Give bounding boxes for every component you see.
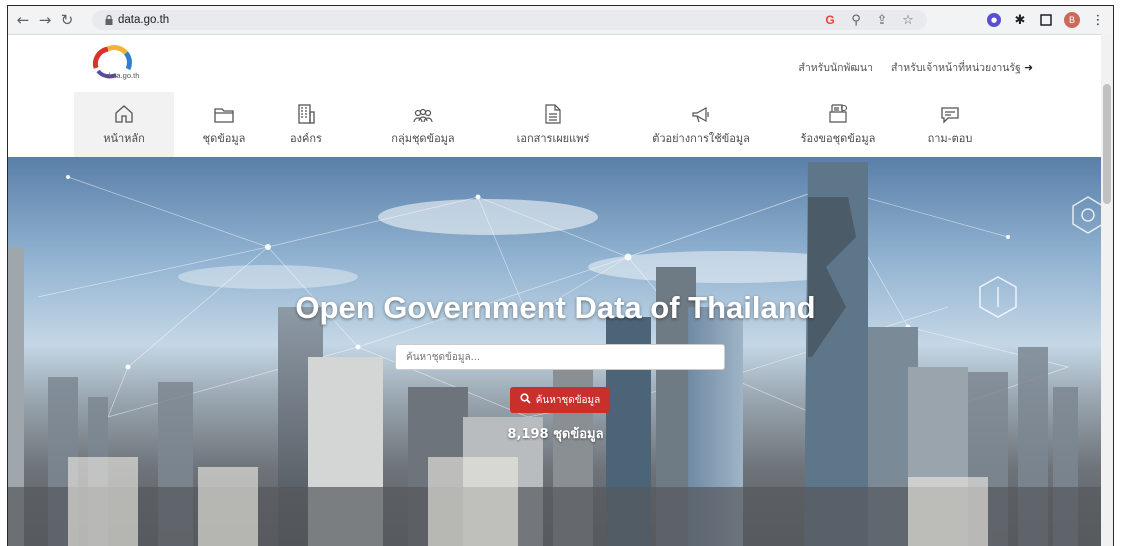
hero-title: Open Government Data of Thailand (295, 290, 816, 325)
logo-text: data.go.th (106, 71, 140, 80)
dataset-search-input[interactable] (395, 344, 725, 370)
extension-icon[interactable]: ● (985, 11, 1003, 29)
address-bar[interactable]: data.go.th (92, 10, 927, 30)
share-icon[interactable]: ⇪ (873, 11, 891, 29)
reload-icon[interactable]: ↻ (56, 9, 78, 31)
search-button-label: ค้นหาชุดข้อมูล (535, 394, 601, 406)
developer-link[interactable]: สำหรับนักพัฒนา (798, 59, 873, 76)
request-icon (828, 102, 848, 124)
chat-icon (940, 102, 960, 124)
puzzle-icon[interactable]: ✱ (1011, 11, 1029, 29)
zoom-icon[interactable]: ⚲ (847, 11, 865, 29)
nav-label: เอกสารเผยแพร่ (516, 132, 590, 145)
hero-banner: Open Government Data of Thailand ค้นหาชุ… (8, 157, 1103, 546)
folder-icon (214, 102, 234, 124)
nav-item-faq[interactable]: ถาม-ตอบ (900, 92, 1000, 157)
nav-label: ถาม-ตอบ (927, 132, 973, 145)
site-logo[interactable]: data.go.th (86, 41, 156, 85)
site-header: data.go.th สำหรับนักพัฒนา สำหรับเจ้าหน้า… (8, 35, 1113, 92)
main-nav: หน้าหลัก ชุดข้อมูล องค์กร กลุ่มชุดข้อมูล… (8, 92, 1113, 158)
forward-arrow-icon[interactable]: → (34, 9, 56, 31)
nav-label: กลุ่มชุดข้อมูล (391, 132, 455, 145)
lock-icon (100, 15, 118, 25)
search-button[interactable]: ค้นหาชุดข้อมูล (510, 387, 610, 413)
dataset-count: 8,198 ชุดข้อมูล (507, 427, 604, 442)
top-links: สำหรับนักพัฒนา สำหรับเจ้าหน้าที่หน่วยงาน… (798, 59, 1033, 76)
megaphone-icon (691, 102, 711, 124)
menu-kebab-icon[interactable]: ⋮ (1089, 11, 1107, 29)
nav-label: องค์กร (290, 132, 322, 145)
star-icon[interactable]: ☆ (899, 11, 917, 29)
home-icon (114, 102, 134, 124)
nav-label: ร้องขอชุดข้อมูล (800, 132, 876, 145)
sidepanel-icon[interactable] (1037, 11, 1055, 29)
group-icon (412, 102, 434, 124)
search-icon (520, 393, 531, 407)
google-g-icon[interactable]: G (821, 11, 839, 29)
nav-item-organizations[interactable]: องค์กร (256, 92, 356, 157)
nav-item-request[interactable]: ร้องขอชุดข้อมูล (778, 92, 898, 157)
building-icon (297, 102, 315, 124)
url-text: data.go.th (118, 14, 170, 26)
document-icon (545, 102, 561, 124)
officer-link-label: สำหรับเจ้าหน้าที่หน่วยงานรัฐ (890, 62, 1021, 74)
nav-item-showcases[interactable]: ตัวอย่างการใช้ข้อมูล (626, 92, 776, 157)
page-scrollbar[interactable] (1101, 34, 1113, 546)
browser-window: ← → ↻ data.go.th G ⚲ ⇪ ☆ ● ✱ B ⋮ data.go… (7, 5, 1114, 546)
nav-label: ชุดข้อมูล (202, 132, 246, 145)
back-arrow-icon[interactable]: ← (12, 9, 34, 31)
officer-link[interactable]: สำหรับเจ้าหน้าที่หน่วยงานรัฐ ➜ (891, 59, 1033, 76)
browser-toolbar: ← → ↻ data.go.th G ⚲ ⇪ ☆ ● ✱ B ⋮ (8, 6, 1113, 35)
nav-item-groups[interactable]: กลุ่มชุดข้อมูล (368, 92, 478, 157)
nav-label: หน้าหลัก (103, 132, 145, 145)
nav-item-home[interactable]: หน้าหลัก (74, 92, 174, 157)
nav-item-publications[interactable]: เอกสารเผยแพร่ (493, 92, 613, 157)
login-arrow-icon: ➜ (1024, 62, 1033, 74)
scrollbar-thumb[interactable] (1103, 84, 1111, 204)
profile-avatar[interactable]: B (1063, 11, 1081, 29)
nav-label: ตัวอย่างการใช้ข้อมูล (652, 132, 750, 145)
